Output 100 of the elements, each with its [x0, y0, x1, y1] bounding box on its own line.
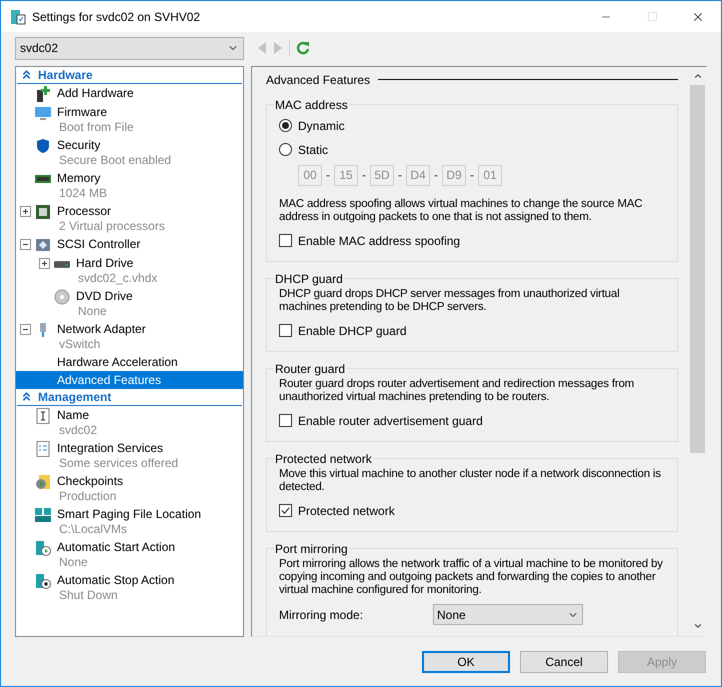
item-label: Smart Paging File Location: [57, 506, 202, 522]
window-title: Settings for svdc02 on SVHV02: [32, 8, 200, 26]
item-label: Hardware Acceleration: [57, 354, 178, 370]
collapse-toggle[interactable]: [20, 238, 31, 250]
item-detail: Some services offered: [58, 456, 178, 471]
item-label: Hard Drive: [76, 254, 134, 271]
separator-text: -: [326, 167, 330, 184]
description-text: DHCP guard drops DHCP server messages from unauthorized virtual machines pretending to be DHCP servers.: [279, 288, 620, 314]
tree-item[interactable]: SCSI Controller: [16, 234, 243, 254]
item-detail: vSwitch: [58, 336, 102, 352]
separator-text: -: [470, 167, 474, 184]
refresh-icon[interactable]: [296, 41, 310, 56]
collapse-icon: [20, 390, 33, 404]
item-label: Firmware: [57, 104, 108, 120]
checkbox-option[interactable]: Protected network: [279, 500, 669, 521]
separator-text: -: [434, 167, 438, 184]
tree-item[interactable]: Add Hardware: [16, 84, 243, 103]
separator-text: -: [362, 167, 366, 184]
item-detail: None: [58, 554, 89, 570]
item-label: Processor: [57, 202, 112, 219]
checklist-icon: [35, 440, 51, 457]
hard-drive-icon: [54, 260, 70, 268]
description-text: Move this virtual machine to another cluster node if a network disconnection is detected.: [279, 468, 662, 494]
checkbox-option[interactable]: Enable router advertisement guard: [279, 410, 669, 431]
checkbox-option[interactable]: Enable DHCP guard: [279, 320, 669, 341]
group-title: Router guard: [274, 360, 346, 378]
paging-icon: [35, 506, 51, 523]
tree-item[interactable]: Automatic Start Action None: [16, 538, 243, 571]
text-cursor-icon: [35, 408, 51, 424]
item-label: Automatic Start Action: [57, 538, 176, 555]
group-title: MAC address: [274, 96, 349, 114]
tree-item[interactable]: Network Adapter vSwitch: [16, 320, 243, 353]
item-detail: C:\LocalVMs: [58, 522, 128, 537]
collapse-icon: [20, 68, 33, 82]
item-label: Advanced Features: [57, 372, 162, 388]
monitor-icon: [35, 104, 51, 121]
tree-item[interactable]: DVD Drive None: [16, 286, 243, 320]
item-label: SCSI Controller: [57, 236, 140, 252]
item-detail: svdc02_c.vhdx: [77, 270, 158, 286]
panel-heading: Advanced Features: [266, 72, 370, 89]
controller-icon: [35, 236, 51, 253]
tree-item[interactable]: Memory 1024 MB: [16, 168, 243, 202]
disc-icon: [54, 288, 70, 305]
checkmark-icon: [280, 505, 291, 516]
radio-option[interactable]: Dynamic: [279, 114, 669, 138]
item-label: Network Adapter: [57, 320, 146, 337]
item-label: Name: [57, 406, 90, 423]
item-label: DVD Drive: [76, 288, 133, 304]
item-detail: Shut Down: [58, 588, 119, 603]
field-label: Mirroring mode:: [279, 606, 364, 624]
dialog-button[interactable]: OK: [422, 650, 510, 672]
mode-dropdown[interactable]: None: [433, 604, 583, 626]
server-play-icon: [35, 540, 51, 556]
radio-option[interactable]: Static: [279, 138, 669, 162]
tree-item[interactable]: Hardware Acceleration: [16, 352, 243, 371]
group-title: DHCP guard: [274, 270, 344, 288]
group-title: Port mirroring: [274, 540, 349, 558]
tree-item[interactable]: Checkpoints Production: [16, 472, 243, 505]
tree-item[interactable]: Security Secure Boot enabled: [16, 136, 243, 169]
back-arrow-icon[interactable]: [257, 42, 267, 54]
description-text: MAC address spoofing allows virtual machines to change the source MAC address in outgoing packets to one that is not assigned to them.: [279, 198, 644, 224]
tree-item[interactable]: Integration Services Some services offered: [16, 438, 243, 472]
item-detail: 2 Virtual processors: [58, 218, 165, 234]
forward-arrow-icon[interactable]: [273, 42, 283, 54]
scroll-thumb[interactable]: [690, 84, 705, 453]
description-text: Router guard drops router advertisement and redirection messages from unauthorized virtual machines pretending to be routers.: [279, 378, 636, 404]
item-detail: 1024 MB: [58, 186, 108, 201]
separator-text: -: [398, 167, 402, 184]
item-label: Add Hardware: [57, 84, 134, 101]
expand-toggle[interactable]: [20, 206, 31, 217]
item-detail: Boot from File: [58, 120, 134, 135]
tree-item[interactable]: Processor 2 Virtual processors: [16, 202, 243, 235]
dialog-button[interactable]: Cancel: [520, 650, 608, 672]
item-detail: Production: [58, 488, 118, 504]
shield-icon: [35, 138, 51, 154]
tree-item[interactable]: Firmware Boot from File: [16, 102, 243, 136]
tree-item[interactable]: Name svdc02: [16, 406, 243, 439]
collapse-toggle[interactable]: [20, 324, 31, 335]
item-label: Checkpoints: [57, 472, 124, 489]
tree-item[interactable]: Automatic Stop Action Shut Down: [16, 570, 243, 604]
processor-icon: [35, 204, 51, 220]
group-title: Protected network: [274, 450, 373, 468]
card-plus-icon: [35, 86, 51, 102]
item-detail: None: [77, 304, 108, 319]
tree-item[interactable]: Smart Paging File Location C:\LocalVMs: [16, 504, 243, 538]
item-label: Automatic Stop Action: [57, 572, 174, 588]
item-detail: Secure Boot enabled: [58, 152, 172, 168]
vm-dropdown[interactable]: svdc02: [15, 37, 244, 60]
tree-item[interactable]: Hard Drive svdc02_c.vhdx: [16, 254, 243, 287]
item-label: Memory: [57, 170, 102, 186]
maximize-icon: [646, 11, 658, 22]
tree-item[interactable]: Advanced Features: [16, 370, 243, 389]
section-header[interactable]: Hardware: [17, 66, 242, 84]
scroll-down-icon[interactable]: [692, 621, 702, 631]
checkbox-option[interactable]: Enable MAC address spoofing: [279, 230, 669, 251]
item-label: Integration Services: [57, 440, 164, 456]
description-text: Port mirroring allows the network traffic of a virtual machine to be monitored by copying incoming and outgoing packets and forwarding the copies to another virtual machine configured for monitoring.: [279, 558, 664, 597]
item-label: Security: [57, 136, 102, 153]
expand-toggle[interactable]: [39, 258, 50, 269]
section-header[interactable]: Management: [17, 388, 242, 406]
